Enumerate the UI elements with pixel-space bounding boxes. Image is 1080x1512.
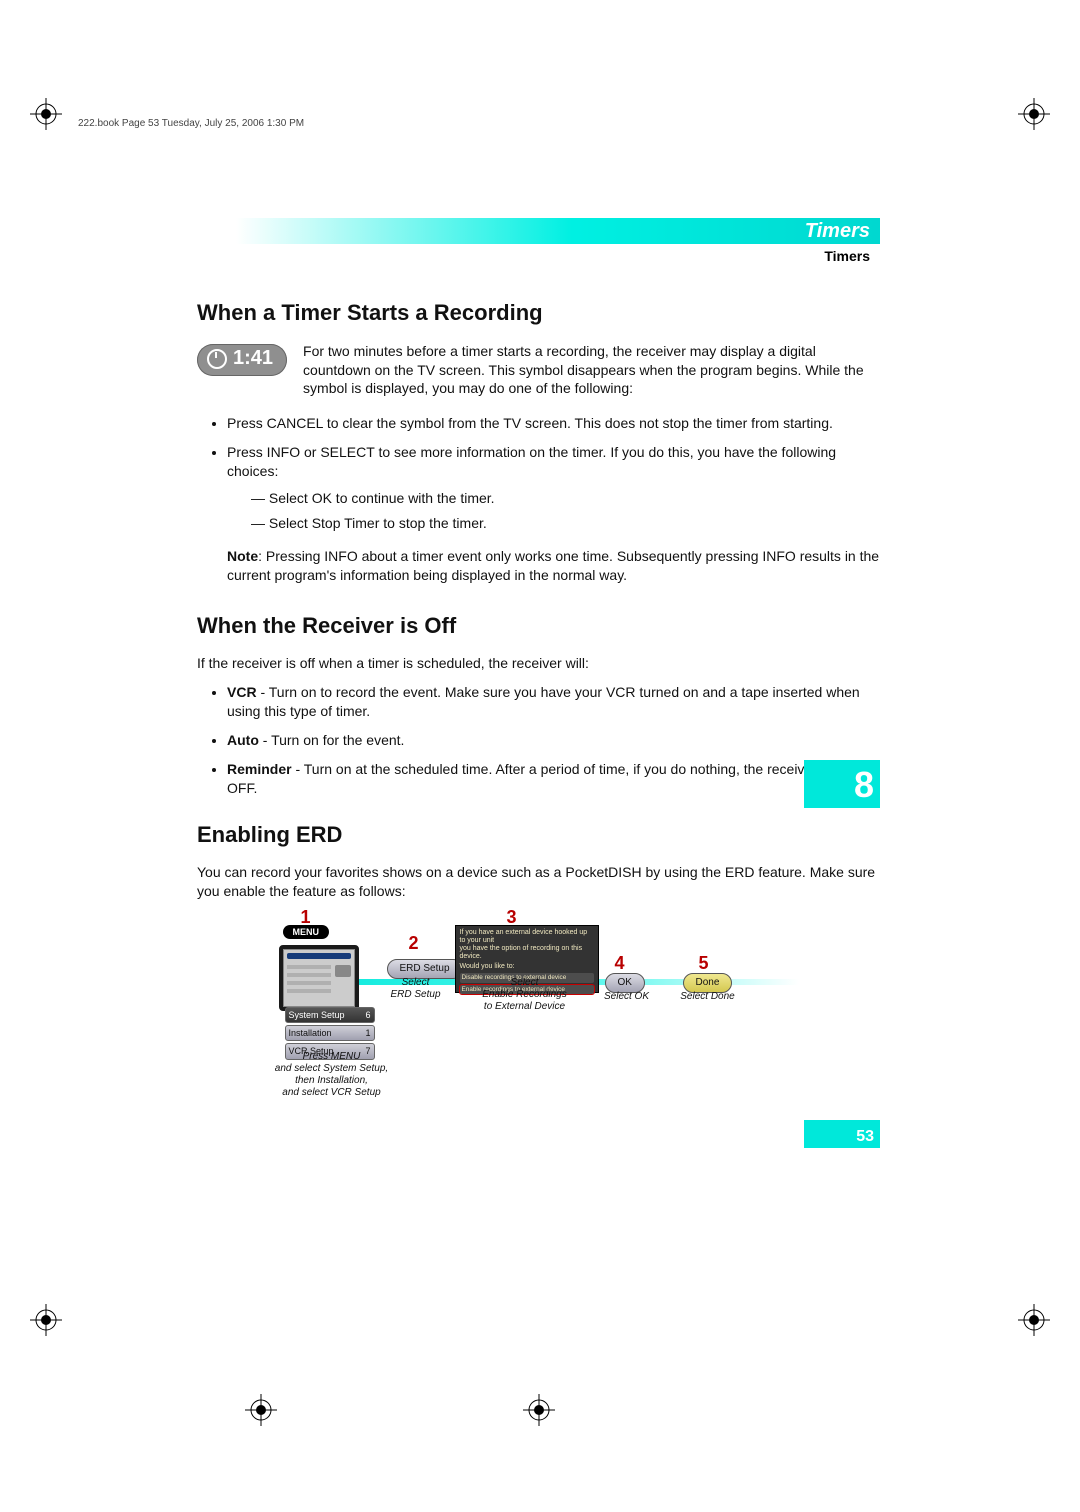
timer-countdown-value: 1:41 [233, 345, 273, 372]
menu-item: Installation1 [285, 1025, 375, 1041]
menu-button-graphic: MENU [283, 925, 330, 939]
done-pill: Done [683, 973, 733, 993]
chapter-title: Timers [805, 220, 870, 243]
chapter-subtitle: Timers [824, 248, 870, 264]
section2-intro-text: If the receiver is off when a timer is s… [197, 654, 880, 673]
dialog-text: you have the option of recording on this… [460, 945, 594, 961]
crop-mark-icon [1018, 1304, 1050, 1336]
timer-countdown-badge: 1:41 [197, 344, 287, 376]
dialog-text: If you have an external device hooked up… [460, 929, 594, 945]
bullet-text: - Turn on to record the event. Make sure… [227, 684, 860, 719]
crop-mark-icon [1018, 98, 1050, 130]
step-number: 2 [409, 931, 419, 955]
dash-item: Select OK to continue with the timer. [251, 489, 880, 508]
tv-screenshot-icon [279, 945, 359, 1011]
crop-mark-icon [30, 98, 62, 130]
clock-icon [207, 349, 227, 369]
section3-intro-text: You can record your favorites shows on a… [197, 863, 880, 901]
bullet-item: VCR - Turn on to record the event. Make … [227, 683, 880, 721]
bullet-text: - Turn on for the event. [259, 732, 405, 748]
section-heading-timer-start: When a Timer Starts a Recording [197, 298, 880, 328]
bullet-item: Press INFO or SELECT to see more informa… [227, 443, 880, 533]
ok-pill: OK [605, 973, 645, 993]
crop-mark-icon [30, 1304, 62, 1336]
note-label: Note [227, 548, 258, 564]
menu-item: System Setup6 [285, 1007, 375, 1023]
bullet-text: - Turn on at the scheduled time. After a… [227, 761, 868, 796]
section-heading-receiver-off: When the Receiver is Off [197, 611, 880, 641]
chapter-number-tab: 8 [804, 760, 880, 808]
bullet-item: Press CANCEL to clear the symbol from th… [227, 414, 880, 433]
crop-mark-icon [523, 1394, 555, 1426]
step-caption: Press MENU and select System Setup, then… [267, 1051, 397, 1099]
bullet-item: Auto - Turn on for the event. [227, 731, 880, 750]
step-caption: Select Done [673, 991, 743, 1003]
note-paragraph: Note: Pressing INFO about a timer event … [227, 547, 880, 585]
step-number: 4 [615, 951, 625, 975]
dash-item: Select Stop Timer to stop the timer. [251, 514, 880, 533]
section-heading-enabling-erd: Enabling ERD [197, 820, 880, 850]
bullet-item: Reminder - Turn on at the scheduled time… [227, 760, 880, 798]
step-number: 5 [699, 951, 709, 975]
crop-mark-icon [245, 1394, 277, 1426]
chapter-header-bar: Timers [195, 218, 880, 244]
step-caption: Select Enable Recordings to External Dev… [465, 977, 585, 1013]
dialog-text: Would you like to: [460, 963, 594, 971]
bullet-label: Reminder [227, 761, 292, 777]
erd-setup-diagram: 1 2 3 4 5 MENU System Setup6 Installatio… [279, 911, 799, 1121]
section1-intro-text: For two minutes before a timer starts a … [303, 342, 880, 399]
page-content: When a Timer Starts a Recording 1:41 For… [197, 298, 880, 1121]
note-text: : Pressing INFO about a timer event only… [227, 548, 879, 583]
bullet-label: Auto [227, 732, 259, 748]
page-number-tab: 53 [804, 1120, 880, 1148]
bullet-item-text: Press INFO or SELECT to see more informa… [227, 444, 836, 479]
step-caption: Select ERD Setup [381, 977, 451, 1001]
step-caption: Select OK [597, 991, 657, 1003]
bullet-label: VCR [227, 684, 257, 700]
book-metadata-line: 222.book Page 53 Tuesday, July 25, 2006 … [78, 118, 304, 129]
erd-setup-pill: ERD Setup [387, 959, 463, 979]
